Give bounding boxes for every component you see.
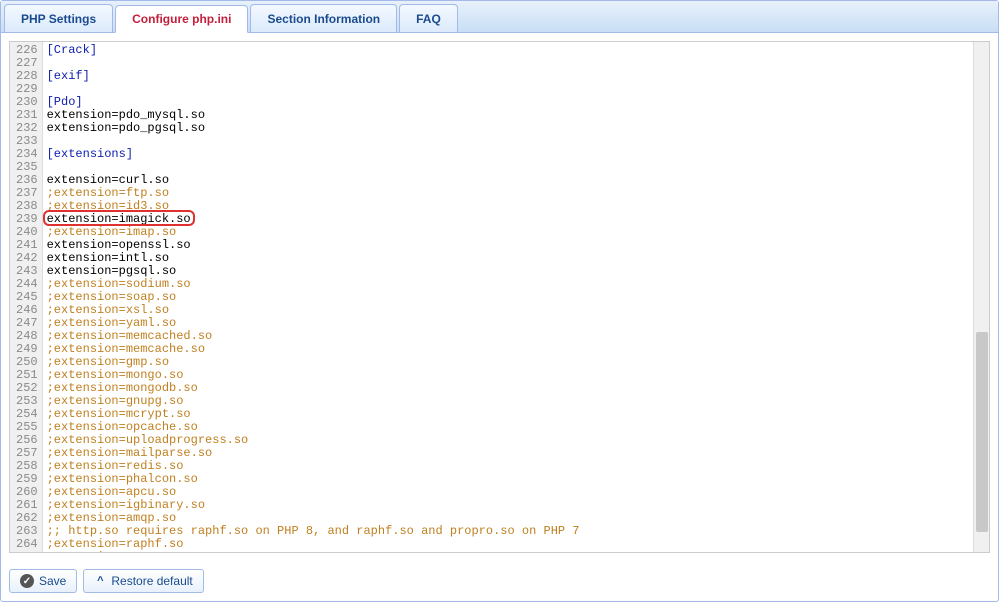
code-line[interactable]: ;extension=igbinary.so [47, 499, 973, 512]
code-line[interactable]: [extensions] [47, 148, 973, 161]
restore-button-label: Restore default [111, 574, 192, 588]
tab-label: PHP Settings [21, 12, 96, 26]
panel: PHP Settings Configure php.ini Section Inf… [0, 0, 999, 602]
save-button[interactable]: ✓ Save [9, 569, 77, 593]
line-number-gutter: 2262272282292302312322332342352362372382… [10, 42, 43, 552]
vertical-scrollbar[interactable] [973, 42, 989, 552]
tab-faq[interactable]: FAQ [399, 4, 458, 32]
code-line[interactable] [47, 57, 973, 70]
code-line[interactable]: ;extension=gmp.so [47, 356, 973, 369]
tab-label: Configure php.ini [132, 12, 231, 26]
vertical-scroll-thumb[interactable] [976, 332, 988, 532]
tab-bar: PHP Settings Configure php.ini Section Inf… [1, 1, 998, 33]
tab-php-settings[interactable]: PHP Settings [4, 4, 113, 32]
code-line[interactable]: ;extension=memcache.so [47, 343, 973, 356]
code-line[interactable]: ;extension=xsl.so [47, 304, 973, 317]
code-line[interactable]: ;extension=propro.so [47, 551, 973, 552]
code-line[interactable]: extension=intl.so [47, 252, 973, 265]
chevron-up-icon: ^ [94, 575, 106, 587]
button-bar: ✓ Save ^ Restore default [1, 561, 998, 601]
code-line[interactable]: [exif] [47, 70, 973, 83]
code-line[interactable] [47, 161, 973, 174]
code-line[interactable]: [Crack] [47, 44, 973, 57]
code-line[interactable]: ;extension=soap.so [47, 291, 973, 304]
code-line[interactable]: ;extension=mongodb.so [47, 382, 973, 395]
tab-label: FAQ [416, 12, 441, 26]
line-number: 265 [16, 551, 38, 553]
code-line[interactable]: extension=pdo_pgsql.so [47, 122, 973, 135]
code-line[interactable]: ;extension=sodium.so [47, 278, 973, 291]
code-line[interactable] [47, 83, 973, 96]
code-line[interactable]: ;extension=ftp.so [47, 187, 973, 200]
editor-wrapper: 2262272282292302312322332342352362372382… [9, 41, 990, 553]
code-line[interactable]: ;; http.so requires raphf.so on PHP 8, a… [47, 525, 973, 538]
save-button-label: Save [39, 574, 66, 588]
code-line[interactable] [47, 135, 973, 148]
code-line[interactable]: extension=curl.so [47, 174, 973, 187]
code-line[interactable]: extension=openssl.so [47, 239, 973, 252]
check-circle-icon: ✓ [20, 574, 34, 588]
code-editor[interactable]: [Crack][exif][Pdo]extension=pdo_mysql.so… [43, 42, 973, 552]
tab-configure-php-ini[interactable]: Configure php.ini [115, 5, 248, 33]
editor-area: 2262272282292302312322332342352362372382… [1, 33, 998, 561]
code-line[interactable]: ;extension=mailparse.so [47, 447, 973, 460]
tab-label: Section Information [267, 12, 380, 26]
code-line[interactable]: extension=imagick.so [47, 213, 973, 226]
restore-default-button[interactable]: ^ Restore default [83, 569, 203, 593]
code-line[interactable]: ;extension=phalcon.so [47, 473, 973, 486]
tab-section-information[interactable]: Section Information [250, 4, 397, 32]
